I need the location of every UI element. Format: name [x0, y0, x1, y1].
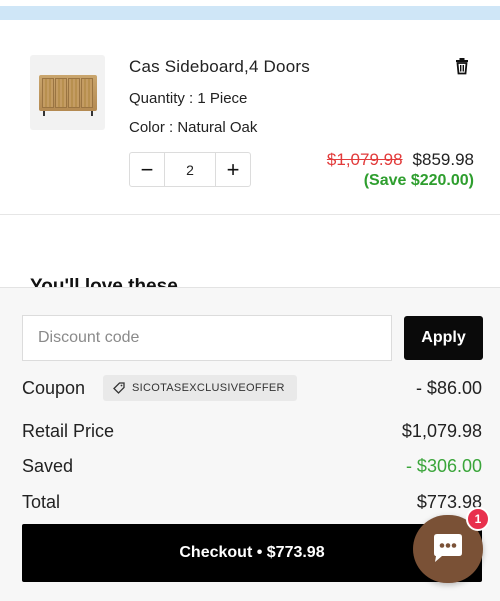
original-price: $1,079.98 [326, 150, 403, 169]
tag-icon [113, 382, 125, 394]
apply-discount-button[interactable]: Apply [404, 316, 483, 360]
retail-price-label: Retail Price [22, 421, 115, 441]
retail-price-row: Retail Price $1,079.98 [22, 421, 482, 442]
savings-text: (Save $220.00) [363, 172, 474, 189]
sideboard-image [38, 74, 97, 116]
decrease-quantity-button[interactable]: − [130, 153, 164, 186]
coupon-row: Coupon SICOTASEXCLUSIVEOFFER - $86.00 [22, 375, 482, 401]
saved-value: - $306.00 [405, 456, 482, 476]
increase-quantity-button[interactable]: + [216, 153, 250, 186]
coupon-label: Coupon [22, 378, 86, 398]
you-may-like-heading: You'll love these [30, 276, 178, 287]
coupon-tag: SICOTASEXCLUSIVEOFFER [103, 375, 297, 401]
total-row: Total $773.98 [22, 492, 482, 513]
product-quantity-info: Quantity : 1 Piece [129, 90, 248, 107]
cart-item: Cas Sideboard,4 Doors Quantity : 1 Piece… [0, 20, 500, 215]
product-thumbnail[interactable] [30, 55, 105, 130]
sale-price: $859.98 [412, 150, 474, 169]
retail-price-value: $1,079.98 [401, 421, 482, 441]
saved-label: Saved [22, 456, 74, 476]
total-label: Total [22, 492, 61, 512]
top-banner-strip [0, 6, 500, 20]
product-title[interactable]: Cas Sideboard,4 Doors [129, 57, 310, 77]
trash-icon[interactable] [452, 56, 472, 76]
quantity-stepper: − 2 + [129, 152, 251, 187]
quantity-value[interactable]: 2 [164, 153, 216, 186]
coupon-code: SICOTASEXCLUSIVEOFFER [132, 382, 285, 394]
coupon-value: - $86.00 [415, 378, 482, 398]
chat-bubble-icon [434, 534, 462, 562]
discount-code-input[interactable] [22, 315, 392, 361]
saved-row: Saved - $306.00 [22, 456, 482, 477]
price-line: $1,079.98 $859.98 [327, 150, 474, 170]
product-color-info: Color : Natural Oak [129, 119, 258, 136]
chat-notification-badge: 1 [466, 507, 490, 531]
